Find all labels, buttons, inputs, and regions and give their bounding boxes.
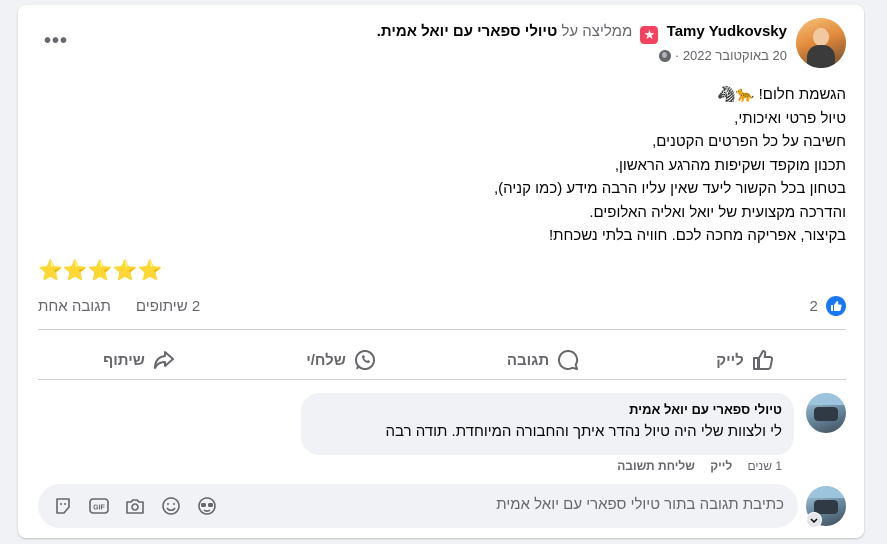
divider	[38, 329, 846, 330]
reply-placeholder: כתיבת תגובה בתור טיולי ספארי עם יואל אמי…	[496, 496, 784, 513]
author-name[interactable]: Tamy Yudkovsky	[667, 23, 787, 40]
avatar-vehicle	[814, 407, 838, 421]
send-button[interactable]: שלח/י	[240, 337, 442, 383]
avatar-sky	[806, 486, 846, 498]
camera-icon[interactable]	[124, 495, 146, 517]
post-actions: שיתוף שלח/י תגובה לייק	[38, 337, 846, 383]
post-date[interactable]: 20 באוקטובר 2022	[683, 48, 787, 63]
like-label: לייק	[716, 351, 744, 369]
page-link[interactable]: טיולי ספארי עם יואל אמית	[381, 23, 557, 40]
divider	[38, 379, 846, 380]
star-rating: ⭐⭐⭐⭐⭐	[38, 260, 163, 282]
comment-text: לי ולצוות שלי היה טיול נהדר איתך והחבורה…	[385, 423, 782, 440]
comment-author[interactable]: טיולי ספארי עם יואל אמית	[629, 402, 782, 417]
reaction-summary[interactable]: 2	[809, 296, 846, 318]
comment-reply-button[interactable]: שליחת תשובה	[617, 459, 695, 473]
post-line: בטחון בכל הקשור ליעד שאין עליו הרבה מידע…	[494, 180, 846, 197]
comment-label: תגובה	[506, 351, 550, 369]
post-line: בקיצור, אפריקה מחכה לכם. חוויה בלתי נשכח…	[548, 227, 846, 244]
post-line: הגשמת חלום! 🐆🦓	[717, 86, 846, 103]
like-count: 2	[809, 298, 818, 315]
thumbs-up-icon	[752, 350, 773, 370]
send-label: שלח/י	[306, 351, 346, 369]
post-header: Tamy Yudkovsky ★ ממליצה על טיולי ספארי ע…	[377, 22, 787, 44]
like-button[interactable]: לייק	[644, 337, 846, 383]
post-line: תכנון מוקפד ושקיפות מהרגע הראשון,	[614, 156, 846, 174]
post-body: הגשמת חלום! 🐆🦓 טיול פרטי ואיכותי, חשיבה …	[66, 83, 846, 248]
post-line: חשיבה על כל הפרטים הקטנים,	[652, 133, 846, 150]
globe-icon	[659, 50, 672, 62]
author-avatar[interactable]	[796, 18, 846, 68]
comment-bubble: טיולי ספארי עם יואל אמית לי ולצוות שלי ה…	[301, 393, 794, 455]
share-icon	[153, 351, 174, 369]
comment-like-button[interactable]: לייק	[710, 459, 732, 473]
avatar-sky	[806, 393, 846, 405]
post-line: והדרכה מקצועית של יואל ואליה האלופים.	[589, 203, 846, 221]
svg-text:GIF: GIF	[93, 505, 105, 512]
avatar-sticker-icon[interactable]	[196, 495, 218, 517]
engagement-counts: 2 שיתופים תגובה אחת 2	[38, 296, 846, 318]
avatar-face	[813, 28, 829, 46]
share-count[interactable]: 2 שיתופים	[136, 298, 200, 315]
post-meta: 20 באוקטובר 2022 ·	[655, 47, 787, 65]
recommends-text: ממליצה על	[561, 23, 633, 40]
page-avatar[interactable]	[806, 393, 846, 433]
post-card: Tamy Yudkovsky ★ ממליצה על טיולי ספארי ע…	[18, 5, 864, 538]
comment-time[interactable]: 1 שנים	[748, 459, 782, 473]
comment-icon	[558, 349, 579, 370]
emoji-icon[interactable]	[160, 495, 182, 517]
post-line: טיול פרטי ואיכותי,	[734, 109, 846, 127]
reply-input[interactable]: כתיבת תגובה בתור טיולי ספארי עם יואל אמי…	[38, 484, 798, 528]
chevron-down-icon[interactable]	[806, 512, 822, 528]
comment-button[interactable]: תגובה	[442, 337, 644, 383]
sticker-icon[interactable]	[52, 495, 74, 517]
comment-share-counts: 2 שיתופים תגובה אחת	[38, 296, 200, 318]
share-label: שיתוף	[103, 351, 145, 369]
comment-count[interactable]: תגובה אחת	[38, 298, 111, 315]
whatsapp-icon	[354, 350, 375, 370]
share-button[interactable]: שיתוף	[38, 337, 240, 383]
date-separator: ·	[674, 48, 680, 63]
comment-meta: 1 שנים לייק שליחת תשובה	[605, 459, 782, 473]
recommend-icon: ★	[640, 26, 659, 44]
gif-icon[interactable]: GIF	[88, 495, 110, 517]
reply-tools: GIF	[52, 495, 218, 517]
more-options-button[interactable]: •••	[44, 31, 68, 51]
like-reaction-icon	[826, 296, 846, 316]
avatar-body	[807, 45, 835, 68]
